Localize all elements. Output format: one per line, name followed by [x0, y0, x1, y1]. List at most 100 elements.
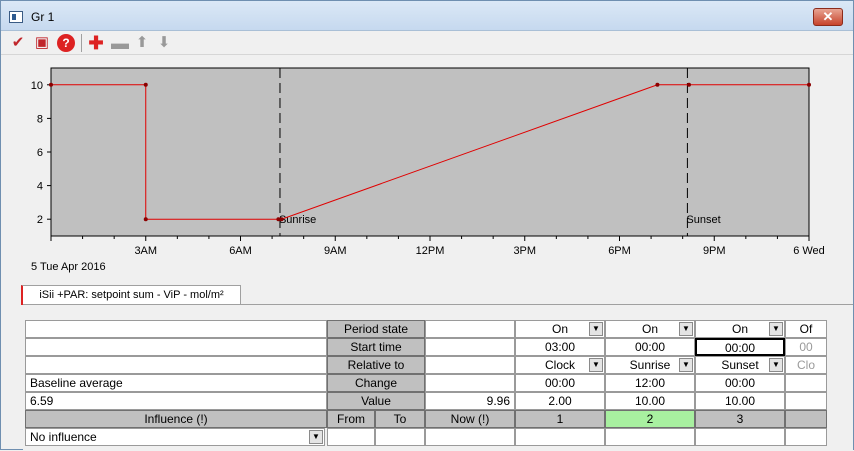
- now-blank: [425, 320, 515, 338]
- period-1-relative-value: Clock: [544, 358, 575, 372]
- check-icon[interactable]: ✔: [9, 34, 27, 52]
- period-3-influence: [695, 428, 785, 446]
- y-tick-label: 8: [37, 113, 43, 125]
- period-2-start[interactable]: 00:00: [605, 338, 695, 356]
- now-blank: [425, 374, 515, 392]
- period-3-value[interactable]: 10.00: [695, 392, 785, 410]
- period-1-influence: [515, 428, 605, 446]
- add-icon[interactable]: ✚: [87, 34, 105, 52]
- period-2-state-value: On: [641, 322, 658, 336]
- y-tick-label: 4: [37, 181, 43, 193]
- app-window: Gr 1 ✕ ✔ ▣ ? ✚ ▬ ⬆ ⬇ 2 4 6 8 10 3AM 6AM 9AM 12PM…: [0, 0, 854, 451]
- period-2-relative-value: Sunrise: [629, 358, 671, 372]
- now-blank: [425, 356, 515, 374]
- influence-header: Influence (!): [25, 410, 327, 428]
- chart-area: 2 4 6 8 10 3AM 6AM 9AM 12PM 3PM 6PM 9PM 6 Wed 5 Tue A…: [1, 56, 853, 276]
- blank-cell: [25, 356, 327, 374]
- period-3-start[interactable]: 00:00: [695, 338, 785, 356]
- marker-label: Sunrise: [279, 214, 316, 226]
- x-tick-label: 3AM: [134, 245, 157, 257]
- toolbar: ✔ ▣ ? ✚ ▬ ⬆ ⬇: [1, 31, 853, 55]
- period-1-change[interactable]: 00:00: [515, 374, 605, 392]
- x-date-label: 5 Tue Apr 2016: [31, 261, 106, 273]
- data-point: [279, 217, 284, 222]
- app-icon: [9, 11, 23, 23]
- influence-select[interactable]: No influence ▼: [25, 428, 325, 446]
- change-header: Change: [327, 374, 425, 392]
- y-tick-label: 2: [37, 214, 43, 226]
- period-grid: Baseline average 6.59 Influence (!) No i…: [23, 304, 853, 451]
- period-2-change[interactable]: 12:00: [605, 374, 695, 392]
- window-title: Gr 1: [31, 10, 55, 24]
- period-3-relative[interactable]: Sunset ▼: [695, 356, 785, 374]
- from-header: From: [327, 410, 375, 428]
- period-2-relative[interactable]: Sunrise ▼: [605, 356, 695, 374]
- from-cell[interactable]: [327, 428, 375, 446]
- to-header: To: [375, 410, 425, 428]
- chevron-down-icon[interactable]: ▼: [769, 358, 783, 372]
- period-3-header[interactable]: 3: [695, 410, 785, 428]
- data-point: [143, 217, 148, 222]
- x-tick-label: 9AM: [324, 245, 347, 257]
- data-point: [686, 82, 691, 87]
- period-4-change[interactable]: [785, 374, 827, 392]
- title-bar: Gr 1 ✕: [1, 1, 853, 31]
- chevron-down-icon[interactable]: ▼: [679, 358, 693, 372]
- period-4-influence: [785, 428, 827, 446]
- period-1-state[interactable]: On ▼: [515, 320, 605, 338]
- data-point: [143, 82, 148, 87]
- period-1-start[interactable]: 03:00: [515, 338, 605, 356]
- blank-cell: [25, 338, 327, 356]
- move-up-icon[interactable]: ⬆: [133, 34, 151, 52]
- influence-value: No influence: [30, 430, 97, 444]
- period-4-value[interactable]: [785, 392, 827, 410]
- help-icon[interactable]: ?: [57, 34, 75, 52]
- data-point: [655, 82, 660, 87]
- period-3-change[interactable]: 00:00: [695, 374, 785, 392]
- period-4-state[interactable]: Of: [785, 320, 827, 338]
- chevron-down-icon[interactable]: ▼: [589, 322, 603, 336]
- period-4-header[interactable]: [785, 410, 827, 428]
- period-2-influence: [605, 428, 695, 446]
- period-1-value[interactable]: 2.00: [515, 392, 605, 410]
- period-2-value[interactable]: 10.00: [605, 392, 695, 410]
- chevron-down-icon[interactable]: ▼: [769, 322, 783, 336]
- y-tick-label: 10: [31, 80, 43, 92]
- baseline-value[interactable]: 6.59: [25, 392, 327, 410]
- now-header: Now (!): [425, 410, 515, 428]
- chevron-down-icon[interactable]: ▼: [309, 430, 323, 444]
- baseline-label: Baseline average: [25, 374, 327, 392]
- tab-setpoint[interactable]: iSii +PAR: setpoint sum - ViP - mol/m²: [21, 285, 241, 305]
- period-3-state-value: On: [731, 322, 748, 336]
- period-3-relative-value: Sunset: [721, 358, 759, 372]
- now-blank: [425, 338, 515, 356]
- data-point: [807, 82, 811, 87]
- period-2-state[interactable]: On ▼: [605, 320, 695, 338]
- period-1-state-value: On: [551, 322, 568, 336]
- start-time-header: Start time: [327, 338, 425, 356]
- close-button[interactable]: ✕: [813, 8, 843, 26]
- toolbar-separator: [81, 34, 82, 52]
- setpoint-chart: 2 4 6 8 10 3AM 6AM 9AM 12PM 3PM 6PM 9PM 6 Wed 5 Tue A…: [31, 67, 825, 273]
- x-tick-label: 12PM: [416, 245, 445, 257]
- plot-area: [50, 67, 810, 237]
- to-cell[interactable]: [375, 428, 425, 446]
- chevron-down-icon[interactable]: ▼: [589, 358, 603, 372]
- period-1-relative[interactable]: Clock ▼: [515, 356, 605, 374]
- blank-cell: [25, 320, 327, 338]
- period-3-state[interactable]: On ▼: [695, 320, 785, 338]
- relative-to-header: Relative to: [327, 356, 425, 374]
- print-icon[interactable]: ▣: [33, 34, 51, 52]
- period-2-header[interactable]: 2: [605, 410, 695, 428]
- chevron-down-icon[interactable]: ▼: [679, 322, 693, 336]
- move-down-icon[interactable]: ⬇: [155, 34, 173, 52]
- data-point: [49, 82, 53, 87]
- period-state-header: Period state: [327, 320, 425, 338]
- period-1-header[interactable]: 1: [515, 410, 605, 428]
- remove-icon[interactable]: ▬: [111, 34, 129, 52]
- x-tick-label: 6AM: [229, 245, 252, 257]
- period-4-relative[interactable]: Clo: [785, 356, 827, 374]
- value-header: Value: [327, 392, 425, 410]
- y-tick-label: 6: [37, 147, 43, 159]
- period-4-start[interactable]: 00: [785, 338, 827, 356]
